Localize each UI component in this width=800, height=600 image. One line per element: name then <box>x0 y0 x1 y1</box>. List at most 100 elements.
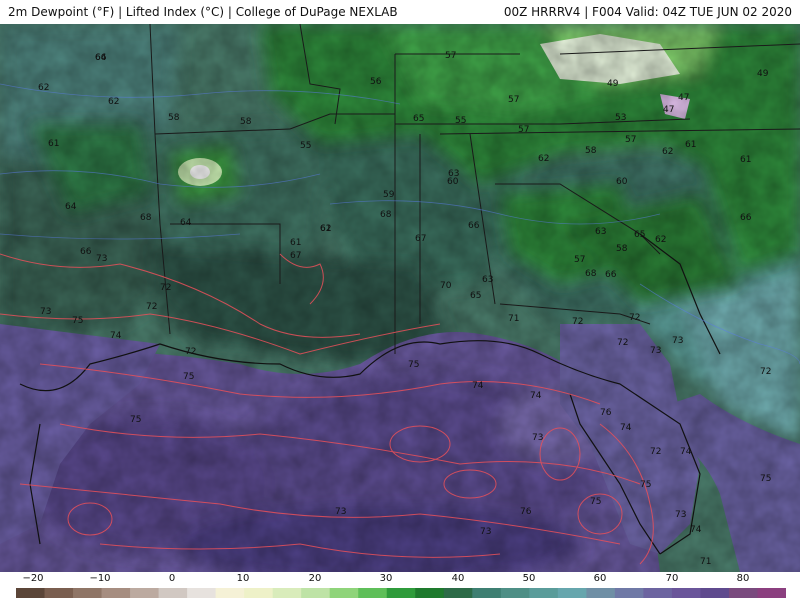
dewpoint-label: 57 <box>508 95 519 105</box>
weather-map: 64 62 62 61 58 58 56 57 57 49 49 47 47 55 55 53 57 65 61 62… <box>0 24 800 572</box>
color-scale-segment <box>16 588 46 598</box>
color-scale-tick: 30 <box>379 573 393 584</box>
dewpoint-label: 66 <box>80 247 92 257</box>
dewpoint-label: 65 <box>470 291 481 301</box>
color-scale-tick: 70 <box>665 573 679 584</box>
dewpoint-label: 74 <box>620 423 632 433</box>
dewpoint-label: 73 <box>672 336 683 346</box>
dewpoint-label: 73 <box>480 527 491 537</box>
color-scale-segment <box>557 588 587 598</box>
color-scale-segment <box>472 588 502 598</box>
color-scale-segment <box>358 588 388 598</box>
dewpoint-label: 55 <box>300 141 311 151</box>
dewpoint-label: 58 <box>585 146 597 156</box>
dewpoint-label: 70 <box>440 281 452 291</box>
color-scale-segment <box>215 588 245 598</box>
dewpoint-label: 62 <box>108 97 119 107</box>
dewpoint-label: 75 <box>760 474 771 484</box>
dewpoint-label: 74 <box>530 391 542 401</box>
dewpoint-label: 75 <box>183 372 194 382</box>
dewpoint-label: 72 <box>146 302 157 312</box>
dewpoint-label: 67 <box>415 234 426 244</box>
color-scale-segment <box>386 588 416 598</box>
color-scale-segment <box>244 588 274 598</box>
dewpoint-label: 68 <box>380 210 392 220</box>
color-scale-segment <box>757 588 786 598</box>
dewpoint-label: 75 <box>408 360 419 370</box>
dewpoint-label: 56 <box>370 77 382 87</box>
color-scale-segment <box>700 588 730 598</box>
dewpoint-label: 60 <box>616 177 628 187</box>
model-run-info: 00Z HRRRV4 | F004 Valid: 04Z TUE JUN 02 … <box>503 5 792 19</box>
dewpoint-label: 72 <box>160 283 171 293</box>
dewpoint-label: 73 <box>335 507 346 517</box>
dewpoint-label: 74 <box>680 447 692 457</box>
dewpoint-label: 62 <box>38 83 49 93</box>
dewpoint-label: 68 <box>140 213 152 223</box>
color-scale-segment <box>187 588 217 598</box>
dewpoint-label: 63 <box>595 227 606 237</box>
dewpoint-label: 61 <box>48 139 59 149</box>
dewpoint-label: 53 <box>615 113 626 123</box>
dewpoint-label: 72 <box>760 367 771 377</box>
dewpoint-label: 65 <box>634 230 645 240</box>
dewpoint-label: 61 <box>740 155 751 165</box>
color-scale-tick: −20 <box>22 573 44 584</box>
dewpoint-label: 73 <box>532 433 543 443</box>
color-scale-tick: 60 <box>593 573 607 584</box>
dewpoint-label: 66 <box>95 53 107 63</box>
dewpoint-label: 72 <box>617 338 628 348</box>
dewpoint-label: 61 <box>685 140 696 150</box>
dewpoint-label: 74 <box>110 331 122 341</box>
color-scale-segment <box>443 588 473 598</box>
color-scale-tick: 0 <box>168 573 176 584</box>
dewpoint-label: 61 <box>290 238 301 248</box>
dewpoint-label: 62 <box>320 224 331 234</box>
dewpoint-label: 65 <box>413 114 424 124</box>
dewpoint-label: 73 <box>675 510 686 520</box>
dewpoint-label: 74 <box>472 381 484 391</box>
color-scale-segment <box>101 588 131 598</box>
dewpoint-label: 71 <box>508 314 519 324</box>
dewpoint-label: 64 <box>180 218 192 228</box>
map-header: 2m Dewpoint (°F) | Lifted Index (°C) | C… <box>0 0 800 24</box>
dewpoint-label: 66 <box>468 221 480 231</box>
dewpoint-label: 49 <box>607 79 619 89</box>
dewpoint-label: 62 <box>655 235 666 245</box>
dewpoint-label: 73 <box>650 346 661 356</box>
dewpoint-label: 76 <box>520 507 532 517</box>
dewpoint-label: 55 <box>455 116 466 126</box>
dewpoint-label: 49 <box>757 69 769 79</box>
dewpoint-label: 59 <box>383 190 395 200</box>
dewpoint-label: 60 <box>447 177 459 187</box>
dewpoint-label: 72 <box>629 313 640 323</box>
dewpoint-label: 74 <box>690 525 702 535</box>
dewpoint-label: 62 <box>538 154 549 164</box>
color-scale-tick: 40 <box>451 573 465 584</box>
dewpoint-label: 58 <box>240 117 252 127</box>
color-scale-tick: 20 <box>308 573 322 584</box>
color-scale-ticks: −20 −10 0 10 20 30 40 50 60 70 80 <box>0 572 800 586</box>
color-scale-segment <box>158 588 188 598</box>
dewpoint-label: 58 <box>616 244 628 254</box>
dewpoint-label: 63 <box>482 275 493 285</box>
dewpoint-label: 47 <box>678 93 689 103</box>
color-scale-segment <box>643 588 673 598</box>
dewpoint-label: 66 <box>740 213 752 223</box>
dewpoint-label: 57 <box>574 255 585 265</box>
dewpoint-label: 75 <box>130 415 141 425</box>
dewpoint-label: 68 <box>585 269 597 279</box>
dewpoint-label: 73 <box>40 307 51 317</box>
dewpoint-label: 71 <box>700 557 711 567</box>
dewpoint-label: 75 <box>590 497 601 507</box>
texture-overlay <box>0 24 800 572</box>
dewpoint-label: 76 <box>600 408 612 418</box>
color-scale-tick: 10 <box>236 573 250 584</box>
color-scale-segment <box>73 588 103 598</box>
color-scale-segment <box>728 588 758 598</box>
color-scale-tick: −10 <box>89 573 111 584</box>
color-scale-segment <box>301 588 331 598</box>
color-scale-segment <box>529 588 559 598</box>
color-scale: −20 −10 0 10 20 30 40 50 60 70 80 <box>0 572 800 600</box>
color-scale-tick: 80 <box>736 573 750 584</box>
